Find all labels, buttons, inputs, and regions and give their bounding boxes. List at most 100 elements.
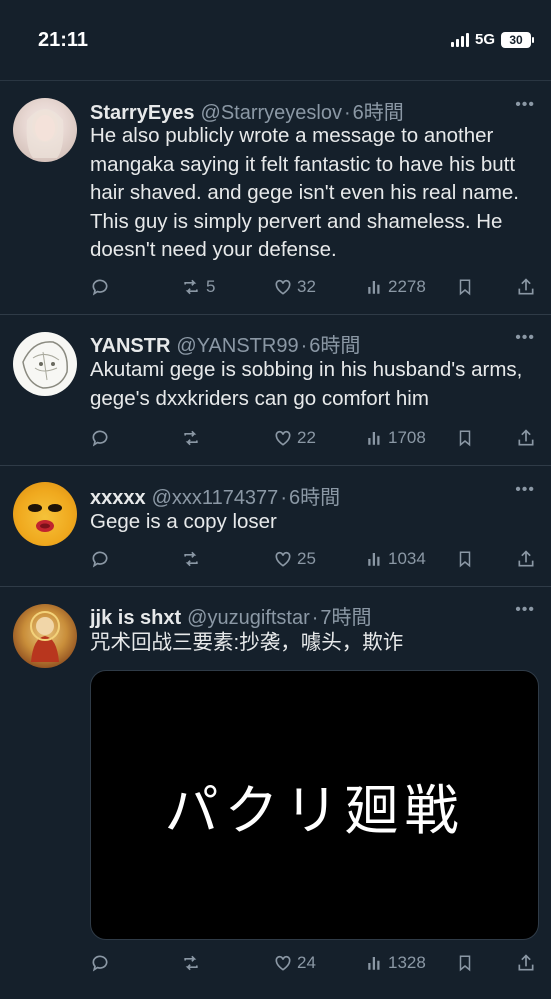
- reply-button[interactable]: [90, 953, 110, 973]
- bookmark-button[interactable]: [456, 277, 474, 297]
- battery-icon: 30: [501, 31, 534, 48]
- like-button[interactable]: 32: [273, 277, 316, 297]
- reply-button[interactable]: [90, 549, 110, 569]
- more-icon[interactable]: •••: [515, 481, 535, 499]
- tweet-media-image[interactable]: パクリ廻戦: [90, 670, 539, 940]
- views-button[interactable]: 1708: [366, 428, 426, 448]
- retweet-icon: [184, 955, 198, 971]
- views-icon: [368, 957, 380, 970]
- reply-icon: [92, 551, 108, 568]
- tweet-text: Akutami gege is sobbing in his husband's…: [90, 358, 523, 410]
- avatar[interactable]: [13, 332, 77, 396]
- display-name[interactable]: YANSTR: [90, 335, 170, 358]
- tweet-header: xxxxx @xxx1174377 · 6時間: [90, 481, 535, 510]
- separator-dot: ·: [300, 335, 308, 357]
- timestamp[interactable]: 6時間: [309, 329, 360, 358]
- retweet-button[interactable]: [180, 953, 206, 973]
- user-handle[interactable]: @xxx1174377: [152, 487, 279, 510]
- avatar[interactable]: [13, 604, 77, 668]
- tweet[interactable]: jjk is shxt @yuzugiftstar · 7時間 ••• 咒术回战…: [0, 587, 551, 999]
- tweet-text: He also publicly wrote a message to anot…: [90, 124, 519, 261]
- timestamp[interactable]: 6時間: [289, 481, 340, 510]
- avatar[interactable]: [13, 482, 77, 546]
- bookmark-button[interactable]: [456, 428, 474, 448]
- views-icon: [368, 553, 380, 566]
- like-count: 32: [297, 277, 316, 296]
- avatar[interactable]: [13, 98, 77, 162]
- user-handle[interactable]: @YANSTR99: [176, 335, 298, 358]
- tweet-header: YANSTR @YANSTR99 · 6時間: [90, 329, 535, 358]
- share-icon: [518, 550, 534, 567]
- status-bar: 21:11 5G 30: [0, 0, 551, 81]
- tweet-header: StarryEyes @Starryeyeslov · 6時間: [90, 96, 535, 125]
- bookmark-button[interactable]: [456, 549, 474, 569]
- like-button[interactable]: 22: [273, 428, 316, 448]
- tweet-header: jjk is shxt @yuzugiftstar · 7時間: [90, 601, 535, 630]
- share-button[interactable]: [516, 953, 536, 973]
- media-caption: パクリ廻戦: [164, 778, 465, 842]
- timestamp[interactable]: 6時間: [353, 96, 404, 125]
- reply-button[interactable]: [90, 428, 110, 448]
- like-button[interactable]: 25: [273, 549, 316, 569]
- bookmark-icon: [459, 279, 471, 296]
- tweet-actions: 25 1034: [90, 549, 535, 573]
- share-button[interactable]: [516, 549, 536, 569]
- network-type: 5G: [474, 31, 495, 48]
- retweet-button[interactable]: [180, 428, 206, 448]
- share-button[interactable]: [516, 277, 536, 297]
- bookmark-icon: [459, 955, 471, 972]
- views-icon: [368, 432, 380, 445]
- share-icon: [518, 278, 534, 295]
- reply-icon: [92, 430, 108, 447]
- tweet-actions: 22 1708: [90, 428, 535, 452]
- tweet[interactable]: YANSTR @YANSTR99 · 6時間 ••• Akutami gege …: [0, 315, 551, 466]
- separator-dot: ·: [280, 487, 287, 509]
- like-count: 25: [297, 549, 316, 568]
- more-icon[interactable]: •••: [515, 601, 535, 619]
- share-icon: [518, 429, 534, 446]
- views-button[interactable]: 2278: [366, 277, 426, 297]
- like-count: 24: [297, 953, 316, 972]
- tweet-actions: 24 1328: [90, 953, 535, 977]
- retweet-icon: [184, 430, 198, 446]
- display-name[interactable]: jjk is shxt: [90, 607, 181, 630]
- bookmark-button[interactable]: [456, 953, 474, 973]
- display-name[interactable]: xxxxx: [90, 487, 146, 510]
- retweet-icon: [184, 279, 198, 295]
- like-icon: [275, 279, 291, 295]
- more-icon[interactable]: •••: [515, 329, 535, 347]
- tweet-text: 咒术回战三要素:抄袭，噱头，欺诈: [90, 631, 404, 654]
- reply-icon: [92, 279, 108, 296]
- reply-button[interactable]: [90, 277, 110, 297]
- bookmark-icon: [459, 430, 471, 447]
- like-icon: [275, 551, 291, 567]
- view-count: 1328: [388, 953, 426, 972]
- tweet-text: Gege is a copy loser: [90, 510, 277, 533]
- retweet-button[interactable]: 5: [180, 277, 215, 297]
- like-count: 22: [297, 428, 316, 447]
- like-icon: [275, 430, 291, 446]
- view-count: 1708: [388, 428, 426, 447]
- signal-icon: [450, 32, 469, 47]
- tweet[interactable]: StarryEyes @Starryeyeslov · 6時間 ••• He a…: [0, 80, 551, 315]
- reply-icon: [92, 955, 108, 972]
- retweet-count: 5: [206, 277, 216, 296]
- separator-dot: ·: [311, 607, 319, 629]
- status-indicators: 5G 30: [450, 31, 534, 48]
- views-button[interactable]: 1328: [366, 953, 426, 973]
- status-time: 21:11: [38, 29, 89, 51]
- share-icon: [518, 954, 534, 971]
- timestamp[interactable]: 7時間: [320, 601, 371, 630]
- more-icon[interactable]: •••: [515, 96, 535, 114]
- view-count: 2278: [388, 277, 426, 296]
- views-button[interactable]: 1034: [366, 549, 426, 569]
- user-handle[interactable]: @yuzugiftstar: [187, 607, 310, 630]
- tweet-actions: 5 32 2278: [90, 277, 535, 301]
- retweet-button[interactable]: [180, 549, 206, 569]
- bookmark-icon: [459, 551, 471, 568]
- like-button[interactable]: 24: [273, 953, 316, 973]
- share-button[interactable]: [516, 428, 536, 448]
- retweet-icon: [184, 551, 198, 567]
- tweet[interactable]: xxxxx @xxx1174377 · 6時間 ••• Gege is a co…: [0, 466, 551, 587]
- like-icon: [275, 955, 291, 971]
